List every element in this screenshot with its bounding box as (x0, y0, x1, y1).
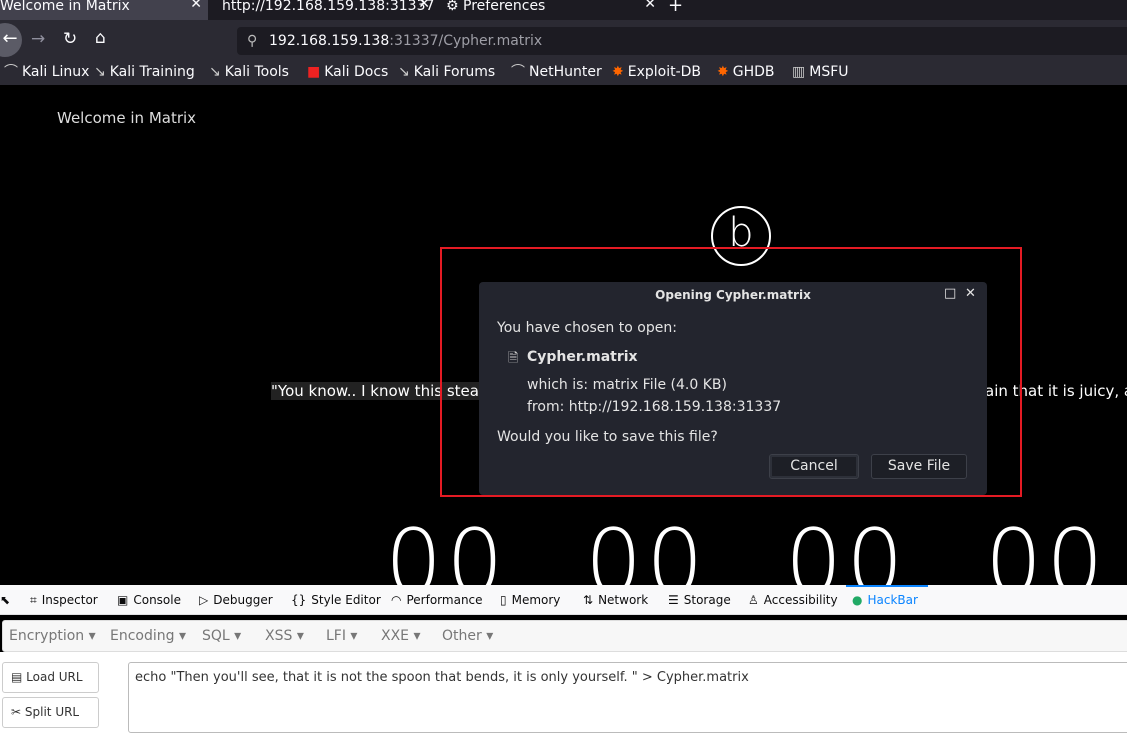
tab-storage[interactable]: ☰ Storage (668, 593, 731, 607)
menu-lfi[interactable]: LFI ▾ (326, 628, 357, 644)
close-tab-icon[interactable]: ✕ (418, 0, 430, 11)
file-name: Cypher.matrix (527, 349, 638, 365)
download-dialog: Opening Cypher.matrix □ ✕ You have chose… (479, 282, 987, 495)
countdown-digits: 00 (785, 510, 908, 586)
url-host: 192.168.159.138 (269, 33, 390, 49)
file-source-label: from: (527, 399, 565, 415)
load-url-button[interactable]: ▤ Load URL (2, 662, 99, 693)
load-icon: ▤ (11, 670, 23, 684)
new-tab-button[interactable]: + (668, 0, 688, 20)
bookmark-ghdb[interactable]: ✸ GHDB (717, 60, 775, 84)
tab-performance[interactable]: ◠ Performance (391, 593, 483, 607)
tab-url[interactable]: http://192.168.159.138:31337 ✕ (214, 0, 436, 20)
tab-label: Preferences (463, 0, 546, 14)
bookmark-msfu[interactable]: ▥ MSFU (792, 60, 849, 84)
tab-preferences[interactable]: ⚙ Preferences ✕ (440, 0, 662, 20)
forward-button[interactable]: → (31, 29, 45, 49)
close-tab-icon[interactable]: ✕ (190, 0, 202, 11)
countdown-digits: 00 (985, 510, 1108, 586)
tab-console[interactable]: ▣ Console (117, 593, 181, 607)
accessibility-icon: ♙ (748, 593, 759, 607)
bookmarks-bar: ⌒ Kali Linux ↘ Kali Training ↘ Kali Tools ■… (0, 60, 1127, 85)
search-icon: ⚲ (247, 33, 258, 49)
inspector-icon: ⌗ (30, 593, 37, 607)
devtools-toolbar: ⬉ ⌗ Inspector ▣ Console ▷ Debugger {} Style … (0, 585, 1127, 615)
reload-button[interactable]: ↻ (63, 29, 77, 49)
console-icon: ▣ (117, 593, 129, 607)
dialog-intro: You have chosen to open: (497, 320, 677, 336)
tab-memory[interactable]: ▯ Memory (500, 593, 560, 607)
back-button[interactable]: ← (0, 23, 22, 57)
countdown-digits: 00 (385, 510, 508, 586)
tab-welcome[interactable]: Welcome in Matrix ✕ (0, 0, 208, 20)
menu-sql[interactable]: SQL ▾ (202, 628, 241, 644)
tab-debugger[interactable]: ▷ Debugger (199, 593, 273, 607)
hackbar-icon: ● (852, 593, 863, 607)
close-icon[interactable]: ✕ (965, 286, 976, 301)
nethunter-icon: ⌒ (511, 64, 525, 80)
hackbar-url-input[interactable]: echo "Then you'll see, that it is not th… (128, 662, 1127, 733)
kali-dragon-icon: ↘ (94, 64, 106, 80)
tab-label: Welcome in Matrix (0, 0, 130, 14)
file-source-value: http://192.168.159.138:31337 (568, 399, 782, 415)
close-tab-icon[interactable]: ✕ (644, 0, 656, 11)
docs-icon: ■ (307, 64, 321, 80)
file-type-label: which is: (527, 377, 589, 393)
cancel-button[interactable]: Cancel (769, 454, 859, 479)
url-path: :31337/Cypher.matrix (389, 33, 543, 49)
bookmark-kali-docs[interactable]: ■ Kali Docs (307, 60, 388, 84)
exploit-db-icon: ✸ (612, 64, 624, 80)
menu-xss[interactable]: XSS ▾ (265, 628, 304, 644)
msfu-icon: ▥ (792, 64, 806, 80)
tab-strip: Welcome in Matrix ✕ http://192.168.159.13… (0, 0, 1127, 20)
tab-inspector[interactable]: ⌗ Inspector (30, 593, 98, 608)
ghdb-icon: ✸ (717, 64, 729, 80)
bookmark-kali-tools[interactable]: ↘ Kali Tools (209, 60, 289, 84)
dialog-question: Would you like to save this file? (497, 429, 718, 445)
menu-other[interactable]: Other ▾ (442, 628, 493, 644)
tab-accessibility[interactable]: ♙ Accessibility (748, 593, 838, 607)
bookmark-exploit-db[interactable]: ✸ Exploit-DB (612, 60, 701, 84)
braces-icon: {} (291, 593, 307, 607)
bookmark-kali-linux[interactable]: ⌒ Kali Linux (4, 60, 89, 84)
file-type-value: matrix File (4.0 KB) (592, 377, 727, 393)
kali-dragon-icon: ↘ (398, 64, 410, 80)
save-file-button[interactable]: Save File (871, 454, 967, 479)
maximize-icon[interactable]: □ (944, 286, 956, 301)
menu-xxe[interactable]: XXE ▾ (381, 628, 421, 644)
url-bar[interactable]: ⚲ 192.168.159.138:31337/Cypher.matrix (237, 27, 1127, 55)
split-url-button[interactable]: ✂ Split URL (2, 697, 99, 728)
bookmark-nethunter[interactable]: ⌒ NetHunter (511, 60, 602, 84)
storage-icon: ☰ (668, 593, 679, 607)
gear-icon: ⚙ (446, 0, 464, 14)
memory-icon: ▯ (500, 593, 507, 607)
welcome-text: Welcome in Matrix (57, 109, 197, 127)
debugger-icon: ▷ (199, 593, 209, 607)
kali-icon: ⌒ (4, 64, 18, 80)
tab-network[interactable]: ⇅ Network (583, 593, 648, 607)
menu-encoding[interactable]: Encoding ▾ (110, 628, 186, 644)
kali-dragon-icon: ↘ (209, 64, 221, 80)
bookmark-kali-forums[interactable]: ↘ Kali Forums (398, 60, 495, 84)
menu-encryption[interactable]: Encryption ▾ (9, 628, 96, 644)
dialog-title: Opening Cypher.matrix (655, 288, 811, 302)
countdown-digits: 00 (585, 510, 708, 586)
tab-label: http://192.168.159.138:31337 (222, 0, 435, 14)
hackbar-menu: Encryption ▾ Encoding ▾ SQL ▾ XSS ▾ LFI … (2, 620, 1127, 652)
tab-hackbar[interactable]: ● HackBar (852, 593, 918, 607)
bookmark-kali-training[interactable]: ↘ Kali Training (94, 60, 195, 84)
file-icon: 🗎 (508, 351, 519, 366)
scissors-icon: ✂ (11, 705, 22, 719)
active-tab-indicator (846, 585, 928, 587)
element-picker-icon[interactable]: ⬉ (0, 593, 10, 607)
tab-style-editor[interactable]: {} Style Editor (291, 593, 381, 607)
home-button[interactable]: ⌂ (95, 28, 106, 48)
network-icon: ⇅ (583, 593, 594, 607)
performance-icon: ◠ (391, 593, 402, 607)
